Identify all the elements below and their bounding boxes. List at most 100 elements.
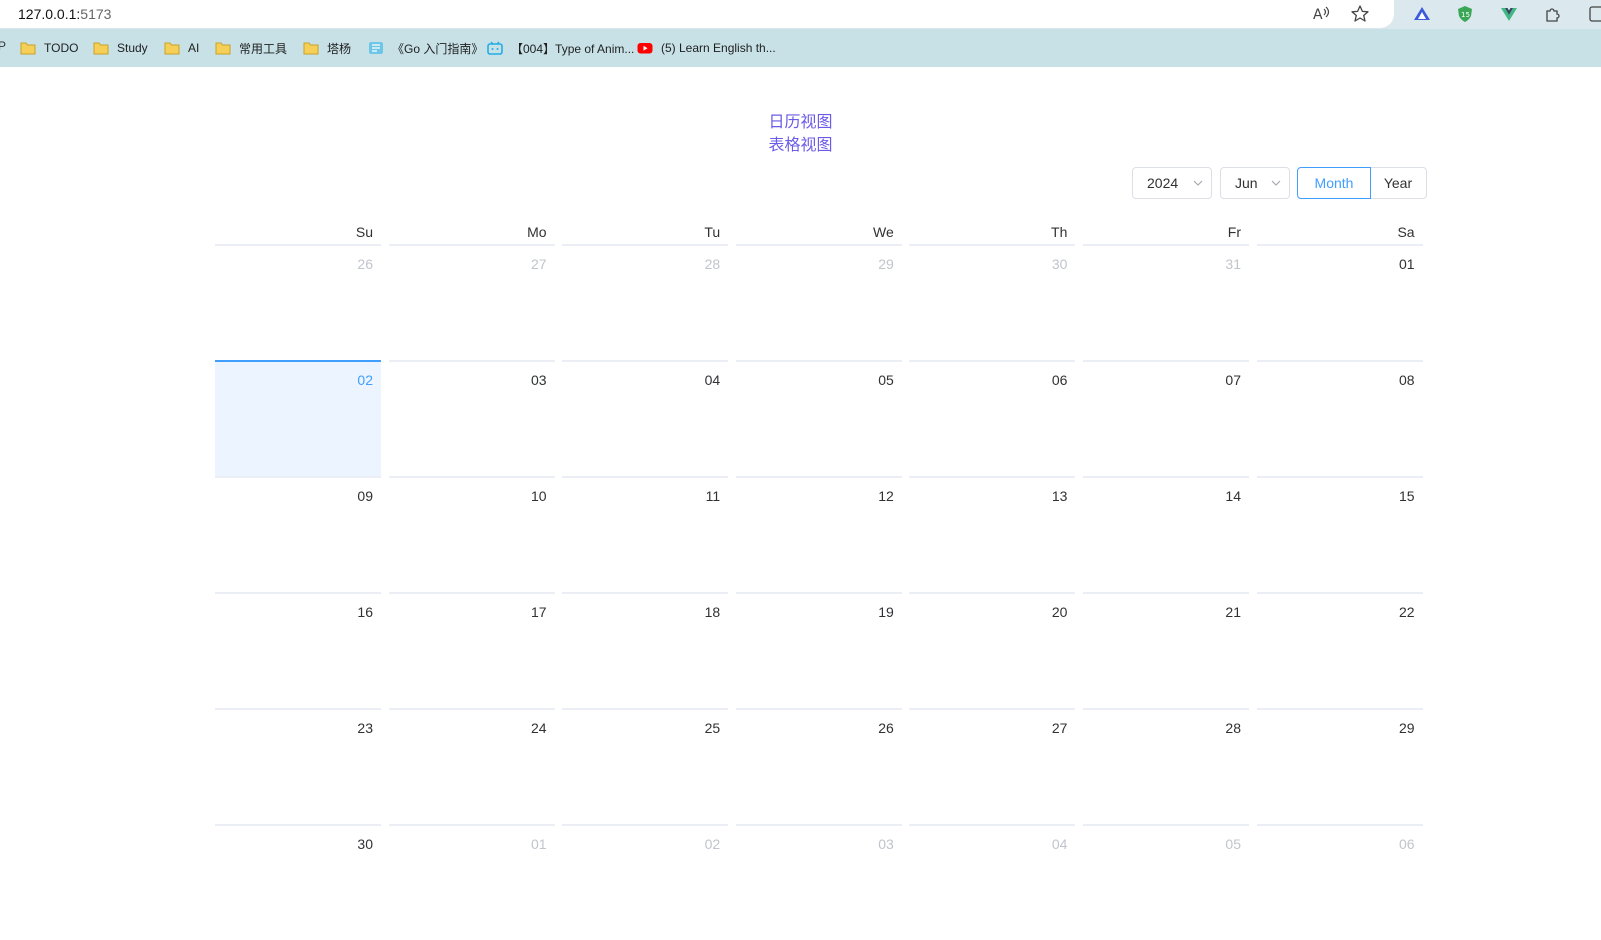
- calendar-day-cell[interactable]: 04: [562, 360, 729, 476]
- favorite-star-icon[interactable]: [1350, 4, 1370, 24]
- calendar-day-cell[interactable]: 06: [909, 360, 1076, 476]
- calendar-day-cell[interactable]: 23: [215, 708, 381, 824]
- folder-icon: [20, 42, 36, 55]
- extension-triangle-icon[interactable]: [1412, 4, 1432, 24]
- calendar-day-cell[interactable]: 21: [1083, 592, 1249, 708]
- calendar-day-cell[interactable]: 20: [909, 592, 1076, 708]
- calendar-day-cell[interactable]: 14: [1083, 476, 1249, 592]
- day-number: 27: [1051, 720, 1068, 736]
- extension-shield-icon[interactable]: 15: [1455, 4, 1475, 24]
- svg-text:A: A: [1313, 7, 1323, 23]
- read-aloud-icon[interactable]: A: [1311, 4, 1331, 24]
- calendar-day-cell[interactable]: 26: [735, 708, 902, 824]
- calendar-day-cell[interactable]: 25: [562, 708, 729, 824]
- day-number: 09: [357, 488, 373, 504]
- calendar-month-grid: Su Mo Tu We Th Fr Sa 26 27 28 29 30 31 01 02 03 04 05 06 0…: [215, 218, 1427, 852]
- day-number: 22: [1399, 604, 1415, 620]
- day-number: 10: [531, 488, 547, 504]
- day-number: 23: [357, 720, 373, 736]
- day-number: 03: [531, 372, 547, 388]
- calendar-day-cell[interactable]: 15: [1256, 476, 1423, 592]
- day-number: 02: [704, 836, 721, 852]
- calendar-day-cell[interactable]: 22: [1256, 592, 1423, 708]
- vue-devtools-icon[interactable]: [1499, 4, 1519, 24]
- folder-icon: [303, 42, 319, 55]
- calendar-day-cell[interactable]: 01: [388, 824, 555, 940]
- day-number: 29: [878, 256, 894, 272]
- calendar-view-link[interactable]: 日历视图: [0, 110, 1601, 133]
- extensions-puzzle-icon[interactable]: [1543, 4, 1563, 24]
- calendar-day-cell[interactable]: 03: [388, 360, 555, 476]
- calendar-day-cell[interactable]: 01: [1256, 244, 1423, 360]
- day-number: 01: [1399, 256, 1415, 272]
- bookmark-go-guide[interactable]: 《Go 入门指南》: [368, 29, 483, 67]
- calendar-day-cell[interactable]: 11: [562, 476, 729, 592]
- url-bar[interactable]: i 127.0.0.1:5173 A: [0, 0, 1394, 28]
- calendar-day-cell[interactable]: 28: [1083, 708, 1249, 824]
- calendar-day-cell[interactable]: 27: [388, 244, 555, 360]
- calendar-day-cell[interactable]: 06: [1256, 824, 1423, 940]
- bookmark-label: TODO: [44, 41, 79, 55]
- bookmark-study[interactable]: Study: [93, 29, 148, 67]
- calendar-day-cell[interactable]: 28: [562, 244, 729, 360]
- day-number: 04: [1051, 836, 1068, 852]
- bookmark-youtube[interactable]: (5) Learn English th...: [637, 29, 776, 67]
- calendar-day-cell[interactable]: 24: [388, 708, 555, 824]
- bookmark-tayang[interactable]: 塔杨: [303, 29, 351, 67]
- calendar-day-cell[interactable]: 02: [562, 824, 729, 940]
- folder-icon: [215, 42, 231, 55]
- weekday-label: Mo: [527, 224, 547, 240]
- day-number: 26: [357, 256, 373, 272]
- bookmark-tools[interactable]: 常用工具: [215, 29, 287, 67]
- bookmark-bilibili[interactable]: 【004】Type of Anim...: [487, 29, 634, 67]
- bookmark-ai[interactable]: AI: [164, 29, 199, 67]
- bilibili-icon: [487, 41, 503, 55]
- day-number: 24: [531, 720, 547, 736]
- calendar-day-cell[interactable]: 27: [909, 708, 1076, 824]
- calendar-day-cell[interactable]: 17: [388, 592, 555, 708]
- month-select[interactable]: Jun: [1220, 167, 1290, 199]
- day-number: 26: [878, 720, 894, 736]
- calendar-day-cell[interactable]: 09: [215, 476, 381, 592]
- day-number: 14: [1225, 488, 1241, 504]
- day-number: 29: [1399, 720, 1415, 736]
- calendar-day-cell[interactable]: 10: [388, 476, 555, 592]
- chevron-down-icon: [1271, 180, 1281, 186]
- day-number: 04: [704, 372, 721, 388]
- day-number: 31: [1225, 256, 1241, 272]
- calendar-day-cell[interactable]: 12: [735, 476, 902, 592]
- calendar-day-cell[interactable]: 30: [215, 824, 381, 940]
- calendar-day-cell[interactable]: 07: [1083, 360, 1249, 476]
- calendar-day-cell[interactable]: 05: [1083, 824, 1249, 940]
- url-host: 127.0.0.1:: [18, 6, 81, 22]
- calendar-day-cell[interactable]: 30: [909, 244, 1076, 360]
- day-number: 11: [705, 488, 721, 504]
- calendar-day-cell[interactable]: 04: [909, 824, 1076, 940]
- day-number: 15: [1399, 488, 1415, 504]
- calendar-day-cell[interactable]: 16: [215, 592, 381, 708]
- calendar-day-cell[interactable]: 29: [735, 244, 902, 360]
- calendar-day-cell[interactable]: 13: [909, 476, 1076, 592]
- day-number: 30: [357, 836, 373, 852]
- day-number: 25: [704, 720, 721, 736]
- table-view-link[interactable]: 表格视图: [0, 133, 1601, 156]
- day-number: 17: [531, 604, 547, 620]
- mode-month-button[interactable]: Month: [1297, 167, 1371, 199]
- bookmark-todo[interactable]: TODO: [20, 29, 78, 67]
- day-number: 28: [1225, 720, 1241, 736]
- mode-year-button[interactable]: Year: [1370, 167, 1427, 199]
- calendar-day-cell-selected[interactable]: 02: [215, 360, 381, 476]
- sidebar-toggle-icon[interactable]: [1588, 4, 1601, 24]
- url-text[interactable]: 127.0.0.1:5173: [18, 6, 111, 22]
- bookmark-label: 【004】Type of Anim...: [511, 41, 635, 56]
- youtube-icon: [637, 43, 653, 54]
- calendar-day-cell[interactable]: 31: [1083, 244, 1249, 360]
- calendar-day-cell[interactable]: 03: [735, 824, 902, 940]
- calendar-day-cell[interactable]: 26: [215, 244, 381, 360]
- calendar-day-cell[interactable]: 08: [1256, 360, 1423, 476]
- calendar-day-cell[interactable]: 29: [1256, 708, 1423, 824]
- calendar-day-cell[interactable]: 18: [562, 592, 729, 708]
- calendar-day-cell[interactable]: 19: [735, 592, 902, 708]
- calendar-day-cell[interactable]: 05: [735, 360, 902, 476]
- year-select[interactable]: 2024: [1132, 167, 1212, 199]
